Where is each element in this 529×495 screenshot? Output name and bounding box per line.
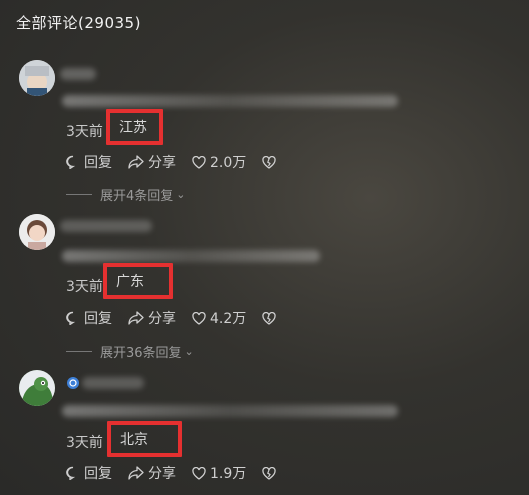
broken-heart-icon <box>262 155 276 169</box>
avatar[interactable] <box>19 60 55 96</box>
chevron-down-icon: ⌄ <box>184 345 194 358</box>
share-label: 分享 <box>148 466 176 482</box>
broken-heart-icon <box>262 311 276 325</box>
share-label: 分享 <box>148 311 176 327</box>
like-button[interactable]: 1.9万 <box>192 463 246 483</box>
reply-button[interactable]: 回复 <box>66 463 112 483</box>
comment-text-blurred <box>62 405 398 417</box>
like-count: 2.0万 <box>210 155 247 171</box>
heart-icon <box>192 155 206 169</box>
reply-button[interactable]: 回复 <box>66 152 112 172</box>
comment-time: 3天前 <box>66 435 103 451</box>
share-button[interactable]: 分享 <box>128 152 176 172</box>
dislike-button[interactable] <box>262 466 280 480</box>
location-highlight: 广东 <box>103 263 173 299</box>
reply-label: 回复 <box>84 311 112 327</box>
comment-actions: 回复 分享 4.2万 <box>66 308 296 328</box>
expand-replies-button[interactable]: 展开4条回复 ⌄ <box>66 185 186 204</box>
comment-icon <box>66 311 76 325</box>
comment-location: 江苏 <box>119 120 147 136</box>
like-button[interactable]: 2.0万 <box>192 152 246 172</box>
share-button[interactable]: 分享 <box>128 308 176 328</box>
location-highlight: 北京 <box>107 421 182 457</box>
comments-header: 全部评论(29035) <box>16 14 141 32</box>
like-count: 4.2万 <box>210 311 247 327</box>
dislike-button[interactable] <box>262 311 280 325</box>
divider-line <box>66 351 92 352</box>
avatar[interactable] <box>19 370 55 406</box>
heart-icon <box>192 466 206 480</box>
expand-replies-button[interactable]: 展开36条回复 ⌄ <box>66 342 194 361</box>
comment-icon <box>66 155 76 169</box>
username-blurred <box>60 220 152 232</box>
comment-actions: 回复 分享 1.9万 <box>66 463 296 483</box>
reply-label: 回复 <box>84 155 112 171</box>
username-blurred <box>60 68 96 80</box>
dislike-button[interactable] <box>262 155 280 169</box>
broken-heart-icon <box>262 466 276 480</box>
like-button[interactable]: 4.2万 <box>192 308 246 328</box>
like-count: 1.9万 <box>210 466 247 482</box>
share-icon <box>128 466 144 480</box>
share-label: 分享 <box>148 155 176 171</box>
share-button[interactable]: 分享 <box>128 463 176 483</box>
comment-location: 北京 <box>120 432 148 448</box>
reply-button[interactable]: 回复 <box>66 308 112 328</box>
share-icon <box>128 311 144 325</box>
chevron-down-icon: ⌄ <box>176 188 186 201</box>
location-highlight: 江苏 <box>106 109 163 145</box>
comment-time: 3天前 <box>66 279 103 295</box>
share-icon <box>128 155 144 169</box>
heart-icon <box>192 311 206 325</box>
badge-icon <box>67 377 79 389</box>
expand-label: 展开36条回复 <box>100 346 182 361</box>
comment-time: 3天前 <box>66 124 103 140</box>
divider-line <box>66 194 92 195</box>
username-blurred <box>82 377 144 389</box>
reply-label: 回复 <box>84 466 112 482</box>
comment-text-blurred <box>62 250 320 262</box>
comment-text-blurred <box>62 95 398 107</box>
comment-location: 广东 <box>116 274 144 290</box>
comment-actions: 回复 分享 2.0万 <box>66 152 296 172</box>
expand-label: 展开4条回复 <box>100 189 174 204</box>
comment-icon <box>66 466 76 480</box>
avatar[interactable] <box>19 214 55 250</box>
